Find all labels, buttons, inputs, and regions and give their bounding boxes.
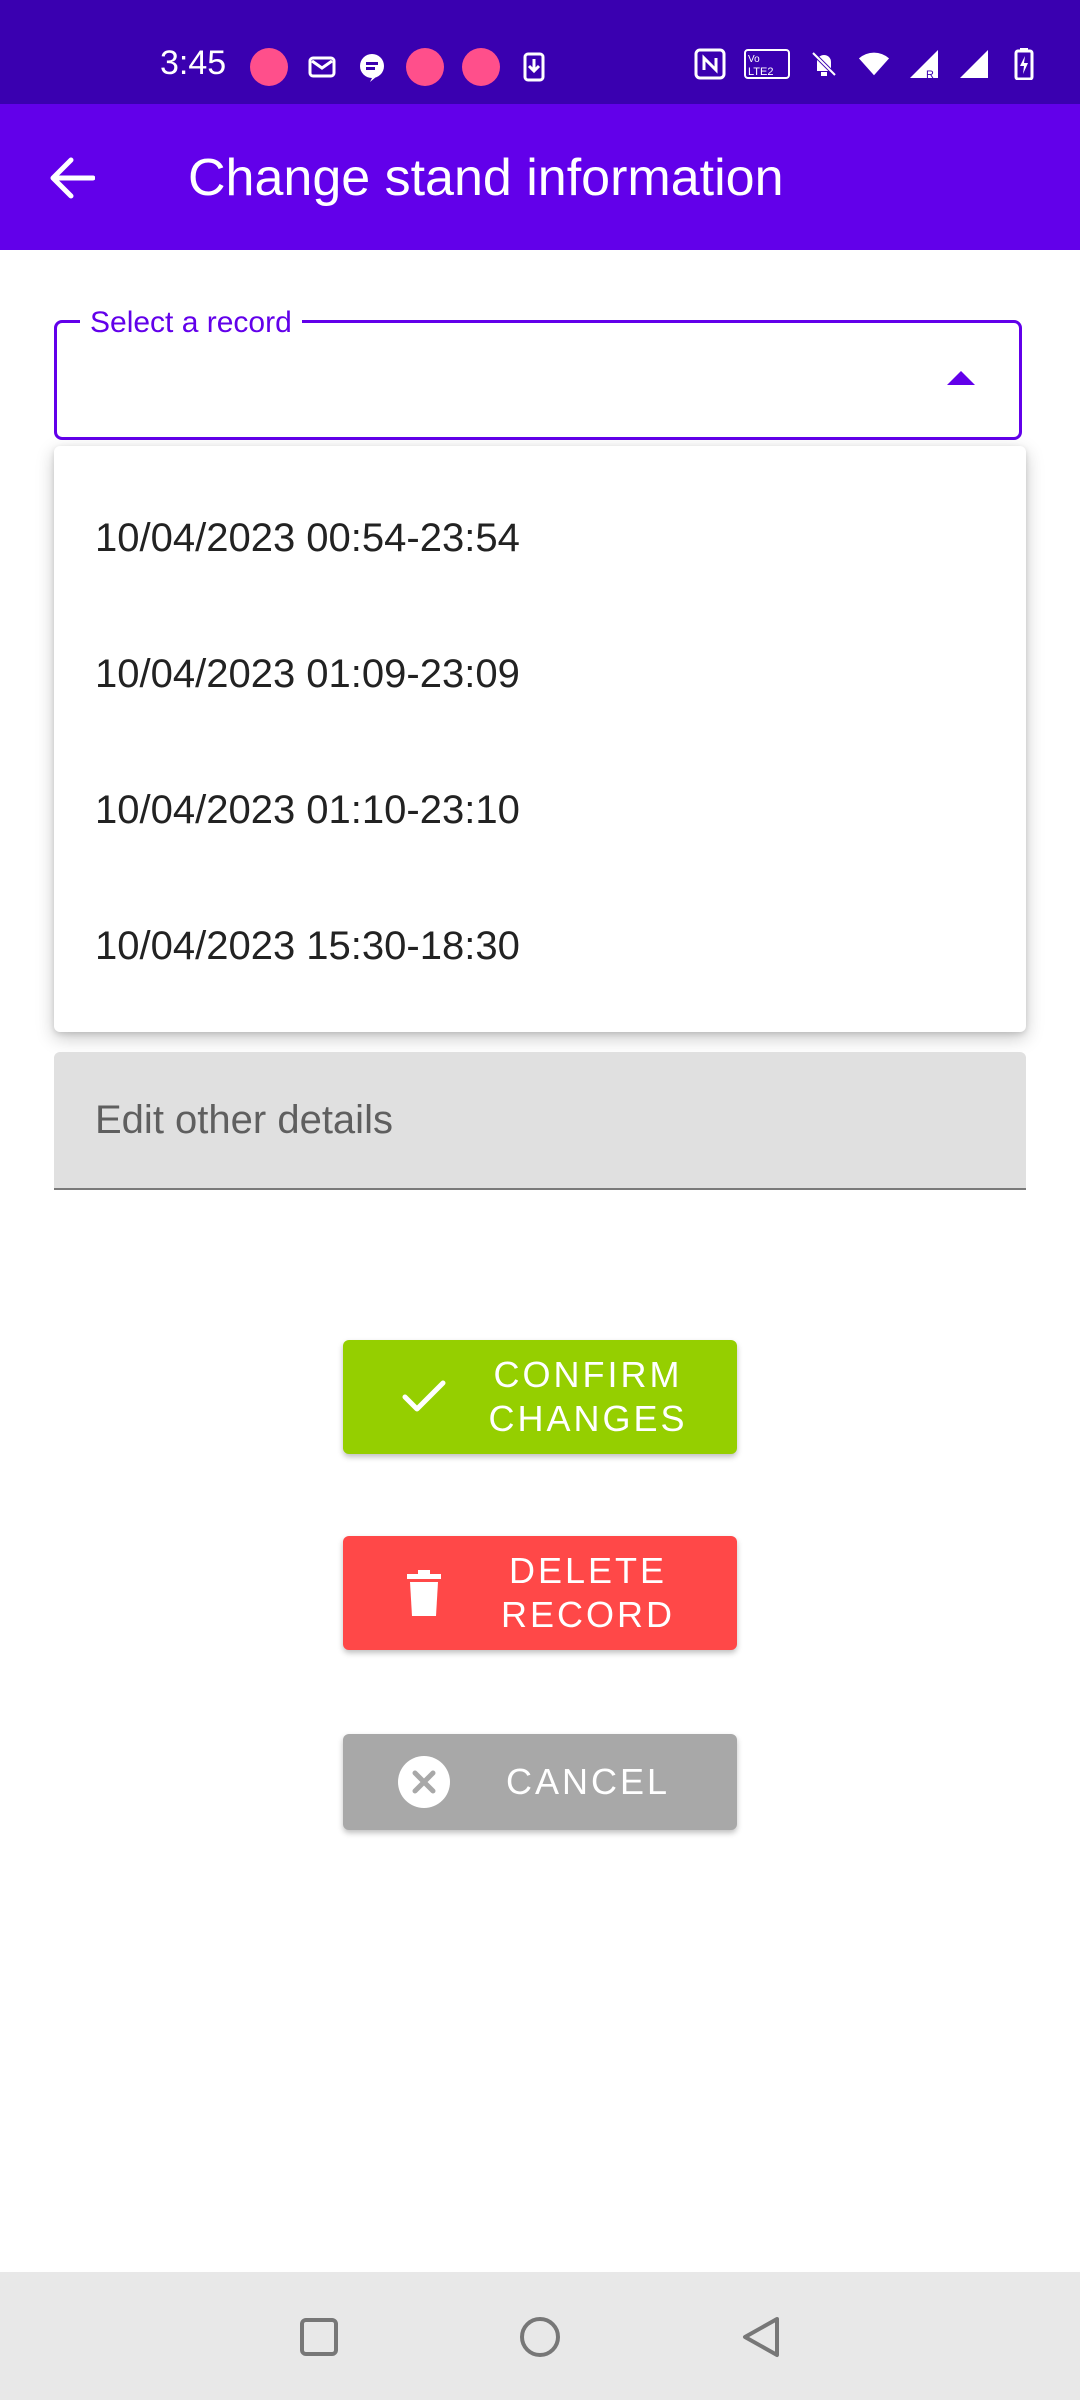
record-dropdown-menu: 10/04/2023 00:54-23:54 10/04/2023 01:09-…	[54, 446, 1026, 1032]
page-title: Change stand information	[188, 149, 784, 207]
system-nav-bar	[0, 2272, 1080, 2400]
delete-label-line1: DELETE	[508, 1550, 668, 1591]
close-circle-icon	[389, 1756, 459, 1808]
download-icon	[518, 51, 550, 83]
delete-record-button[interactable]: DELETE RECORD	[343, 1536, 737, 1650]
square-icon	[300, 2318, 338, 2356]
confirm-changes-label: CONFIRM CHANGES	[459, 1353, 737, 1441]
triangle-back-icon	[743, 2317, 779, 2357]
confirm-changes-button[interactable]: CONFIRM CHANGES	[343, 1340, 737, 1454]
edit-details-field[interactable]: Edit other details	[54, 1052, 1026, 1190]
dropdown-option[interactable]: 10/04/2023 01:10-23:10	[54, 742, 1026, 878]
svg-text:R: R	[926, 69, 934, 80]
record-select-label: Select a record	[80, 306, 302, 340]
edit-details-placeholder: Edit other details	[95, 1098, 393, 1142]
arrow-left-icon	[50, 157, 95, 199]
trash-icon	[389, 1570, 459, 1616]
nfc-icon	[694, 48, 726, 80]
app-notification-icon	[462, 48, 500, 86]
home-button[interactable]	[515, 2312, 565, 2362]
notification-icons	[250, 48, 550, 86]
delete-label-line2: RECORD	[500, 1594, 675, 1635]
status-bar: 3:45 Vo LTE2 R	[0, 0, 1080, 104]
signal-icon	[958, 48, 990, 80]
mail-icon	[306, 51, 338, 83]
app-bar: Change stand information	[0, 104, 1080, 250]
back-button[interactable]	[40, 150, 104, 206]
message-icon	[356, 51, 388, 83]
check-icon	[389, 1379, 459, 1415]
system-icons: Vo LTE2 R	[694, 48, 1040, 80]
app-notification-icon	[250, 48, 288, 86]
cancel-button[interactable]: CANCEL	[343, 1734, 737, 1830]
svg-text:Vo: Vo	[748, 54, 760, 65]
mute-icon	[808, 48, 840, 80]
wifi-icon	[858, 48, 890, 80]
caret-up-icon	[947, 371, 975, 385]
app-notification-icon	[406, 48, 444, 86]
cancel-label: CANCEL	[505, 1761, 671, 1802]
dropdown-option[interactable]: 10/04/2023 01:09-23:09	[54, 606, 1026, 742]
confirm-label-line2: CHANGES	[488, 1398, 688, 1439]
dropdown-option[interactable]: 10/04/2023 15:30-18:30	[54, 878, 1026, 1014]
svg-text:LTE2: LTE2	[748, 66, 773, 78]
battery-charging-icon	[1008, 48, 1040, 80]
signal-roaming-icon: R	[908, 48, 940, 80]
confirm-label-line1: CONFIRM	[493, 1354, 683, 1395]
circle-icon	[520, 2317, 560, 2357]
volte-icon: Vo LTE2	[744, 48, 790, 80]
back-nav-button[interactable]	[736, 2312, 786, 2362]
status-time: 3:45	[160, 44, 227, 82]
dropdown-option[interactable]: 10/04/2023 00:54-23:54	[54, 470, 1026, 606]
recents-button[interactable]	[294, 2312, 344, 2362]
delete-record-label: DELETE RECORD	[459, 1549, 737, 1637]
